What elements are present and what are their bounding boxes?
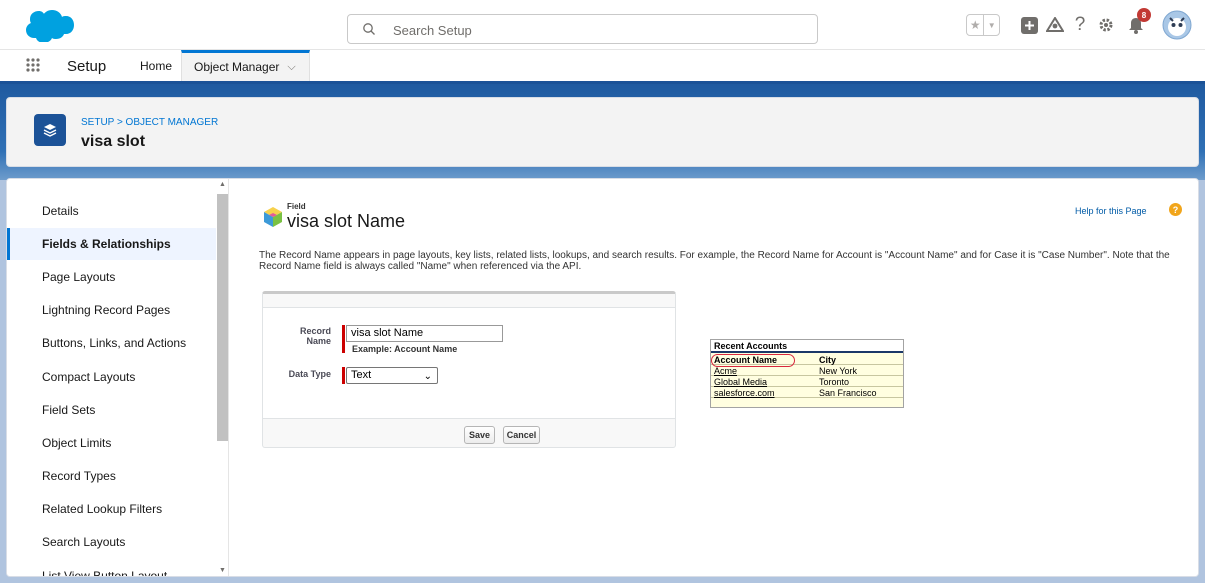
form-body: Record Name visa slot Name Example: Accou…: [263, 307, 675, 419]
recent-accounts-title: Recent Accounts: [711, 340, 903, 353]
required-indicator: [342, 367, 345, 384]
table-row: salesforce.com San Francisco: [711, 388, 903, 398]
sidebar-item-label: List View Button Layout: [42, 569, 168, 577]
gear-icon[interactable]: [1096, 10, 1116, 40]
global-header: Search Setup ★ ▼ ? 8: [0, 0, 1205, 50]
tab-object-manager[interactable]: Object Manager ⌵: [181, 50, 310, 81]
notifications-bell-icon[interactable]: 8: [1124, 8, 1151, 40]
field-detail-content: Field visa slot Name Help for this Page …: [229, 179, 1198, 576]
main-panel: Details Fields & Relationships Page Layo…: [6, 178, 1199, 577]
avatar[interactable]: [1161, 10, 1193, 40]
table-row: Global Media Toronto: [711, 377, 903, 387]
city-cell: San Francisco: [819, 388, 877, 398]
breadcrumb[interactable]: SETUP > OBJECT MANAGER: [81, 117, 218, 128]
sidebar-item-fields-relationships[interactable]: Fields & Relationships: [7, 228, 216, 260]
chevron-down-icon[interactable]: ⌵: [287, 61, 295, 74]
object-header: SETUP > OBJECT MANAGER visa slot: [6, 97, 1199, 167]
sidebar-item-lightning-record-pages[interactable]: Lightning Record Pages: [7, 294, 216, 326]
city-cell: New York: [819, 366, 858, 376]
sidebar-item-buttons-links-actions[interactable]: Buttons, Links, and Actions: [7, 327, 216, 359]
account-name-cell: Acme: [714, 366, 738, 376]
column-header: City: [819, 355, 837, 365]
field-type-label: Field: [287, 202, 306, 211]
tab-object-manager-label: Object Manager: [194, 60, 280, 74]
sidebar-item-label: Field Sets: [42, 403, 96, 417]
sidebar-item-object-limits[interactable]: Object Limits: [7, 427, 216, 459]
tab-home[interactable]: Home: [131, 50, 181, 81]
data-type-select[interactable]: Text ⌄: [346, 367, 438, 384]
account-name-cell: salesforce.com: [714, 388, 775, 398]
record-name-example: Example: Account Name: [352, 344, 458, 354]
sidebar-item-label: Object Limits: [42, 436, 112, 450]
sidebar-item-list-view-button-layout[interactable]: List View Button Layout: [7, 560, 216, 577]
sidebar-item-label: Record Types: [42, 469, 116, 483]
scrollbar-thumb[interactable]: [217, 194, 228, 441]
sidebar-scrollbar[interactable]: ▲ ▼: [216, 179, 228, 576]
trailhead-icon[interactable]: [1044, 10, 1066, 40]
global-actions-icon[interactable]: [1019, 10, 1039, 40]
table-row: Acme New York: [711, 366, 903, 376]
sidebar-item-label: Fields & Relationships: [42, 237, 171, 251]
recent-accounts-example: Recent Accounts Account Name City Acme N…: [710, 339, 904, 408]
sidebar-item-record-types[interactable]: Record Types: [7, 460, 216, 492]
sidebar-item-search-layouts[interactable]: Search Layouts: [7, 526, 216, 558]
record-name-label: Record Name: [299, 326, 331, 346]
sidebar-item-compact-layouts[interactable]: Compact Layouts: [7, 361, 216, 393]
layers-icon: [34, 114, 66, 146]
required-indicator: [342, 325, 345, 353]
sidebar-item-related-lookup-filters[interactable]: Related Lookup Filters: [7, 493, 216, 525]
city-cell: Toronto: [819, 377, 850, 387]
help-link[interactable]: Help for this Page: [1075, 206, 1147, 216]
field-title: visa slot Name: [287, 211, 406, 231]
sidebar-item-details[interactable]: Details: [7, 195, 216, 227]
object-sidebar: Details Fields & Relationships Page Layo…: [7, 179, 229, 577]
data-type-value: Text: [351, 369, 372, 381]
sidebar-item-label: Compact Layouts: [42, 370, 136, 384]
table-header-row: Account Name City: [711, 354, 903, 367]
chevron-down-icon: ▼: [987, 20, 996, 30]
app-title: Setup: [67, 58, 107, 75]
star-icon: ★: [967, 15, 985, 35]
help-icon[interactable]: ?: [1169, 203, 1182, 216]
sidebar-item-page-layouts[interactable]: Page Layouts: [7, 261, 216, 293]
sidebar-item-label: Details: [42, 204, 79, 218]
search-box[interactable]: Search Setup: [347, 14, 818, 44]
salesforce-logo[interactable]: [22, 10, 74, 43]
record-name-input[interactable]: visa slot Name: [346, 325, 503, 342]
scroll-down-icon[interactable]: ▼: [219, 567, 226, 574]
app-nav-bar: Setup Home Object Manager ⌵: [0, 50, 1205, 84]
scroll-up-icon[interactable]: ▲: [219, 181, 226, 188]
cancel-button[interactable]: Cancel: [503, 426, 540, 444]
account-name-cell: Global Media: [714, 377, 768, 387]
field-cube-icon: [264, 207, 282, 227]
sidebar-item-label: Page Layouts: [42, 270, 116, 284]
chevron-down-icon: ⌄: [423, 371, 432, 382]
sidebar-item-field-sets[interactable]: Field Sets: [7, 394, 216, 426]
notification-badge: 8: [1137, 8, 1151, 22]
sidebar-item-label: Related Lookup Filters: [42, 502, 163, 516]
page-title: visa slot: [81, 133, 146, 150]
column-header: Account Name: [714, 355, 778, 365]
search-icon: [363, 23, 375, 35]
sidebar-item-label: Lightning Record Pages: [42, 303, 171, 317]
search-placeholder: Search Setup: [393, 23, 472, 38]
record-name-form: Record Name visa slot Name Example: Accou…: [262, 291, 676, 448]
data-type-label: Data Type: [288, 369, 331, 379]
favorites-button[interactable]: ★ ▼: [966, 14, 1000, 36]
save-button[interactable]: Save: [464, 426, 495, 444]
tab-home-label: Home: [139, 58, 172, 73]
sidebar-item-label: Search Layouts: [42, 535, 126, 549]
app-launcher-icon[interactable]: [26, 58, 40, 72]
record-name-description: The Record Name appears in page layouts,…: [259, 250, 1170, 272]
help-icon[interactable]: ?: [1072, 10, 1088, 40]
sidebar-item-label: Buttons, Links, and Actions: [42, 336, 187, 350]
